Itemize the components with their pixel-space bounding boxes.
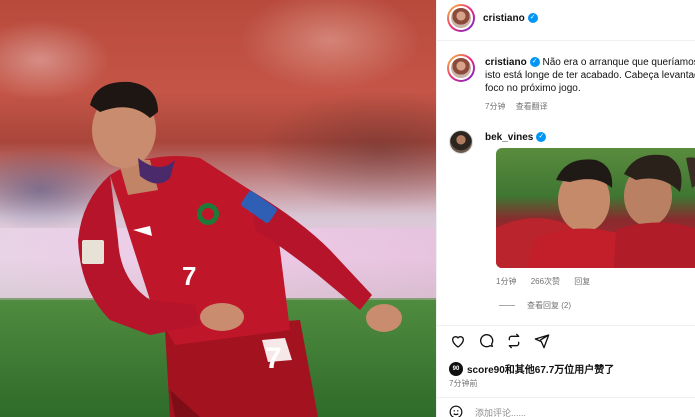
likes-summary[interactable]: 90 score90和其他67.7万位用户赞了 [449, 361, 614, 376]
comment-time: 1分钟 [496, 277, 517, 286]
share-icon[interactable] [533, 332, 551, 350]
add-comment-input[interactable]: 添加评论...... [475, 406, 526, 417]
emoji-icon[interactable] [449, 405, 463, 417]
post-time: 7分钟前 [449, 379, 478, 388]
caption-text: cristiano ✓ Não era o arranque que quería… [485, 56, 695, 95]
verified-badge-icon: ✓ [527, 13, 538, 23]
caption-line-2: isto está longe de ter acabado. Cabeça l… [485, 70, 695, 81]
translate-link[interactable]: 查看翻译 [516, 102, 548, 111]
caption-line-3: foco no próximo jogo. [485, 83, 581, 94]
likes-text: score90和其他67.7万位用户赞了 [467, 365, 615, 376]
comment-likes[interactable]: 266次赞 [531, 277, 560, 286]
author-username[interactable]: cristiano [483, 13, 525, 24]
add-comment-bar[interactable]: 添加评论...... [449, 405, 526, 417]
actions-divider [437, 325, 695, 326]
commenter-avatar[interactable] [449, 130, 473, 154]
caption-meta: 7分钟 查看翻译 [485, 101, 556, 112]
gif-players-image [496, 154, 695, 268]
comment-meta: 1分钟 266次赞 回复 [496, 276, 602, 287]
svg-text:7: 7 [182, 261, 196, 291]
action-bar [449, 332, 561, 352]
caption-line-1: Não era o arranque que queríamos, [542, 57, 695, 68]
commenter-username: bek_vines ✓ [485, 132, 547, 143]
player-figure: 7 7 [78, 81, 402, 417]
comment-icon[interactable] [477, 332, 495, 350]
commenter-username-text[interactable]: bek_vines [485, 132, 533, 143]
comment-divider [437, 397, 695, 398]
verified-badge-icon: ✓ [529, 57, 540, 68]
replies-line [499, 305, 515, 306]
liker-avatar[interactable]: 90 [449, 361, 463, 376]
post-side-panel: cristiano ✓ cristiano ✓ Não era o arranqu… [436, 0, 695, 417]
caption-username[interactable]: cristiano [485, 57, 527, 68]
view-replies-label[interactable]: 查看回复 (2) [527, 300, 571, 311]
heart-icon[interactable] [449, 332, 467, 350]
svg-text:7: 7 [265, 342, 282, 375]
header-divider [437, 40, 695, 41]
view-replies[interactable]: 查看回复 (2) [499, 300, 571, 311]
author-avatar[interactable] [447, 4, 475, 32]
verified-badge-icon: ✓ [536, 132, 547, 143]
caption-time: 7分钟 [485, 102, 506, 111]
caption-avatar[interactable] [447, 54, 475, 82]
post-image[interactable]: 7 7 [0, 0, 436, 417]
reply-button[interactable]: 回复 [574, 277, 590, 286]
comment-gif[interactable] [496, 148, 695, 268]
repost-icon[interactable] [505, 332, 523, 350]
post-header: cristiano ✓ [447, 4, 687, 32]
